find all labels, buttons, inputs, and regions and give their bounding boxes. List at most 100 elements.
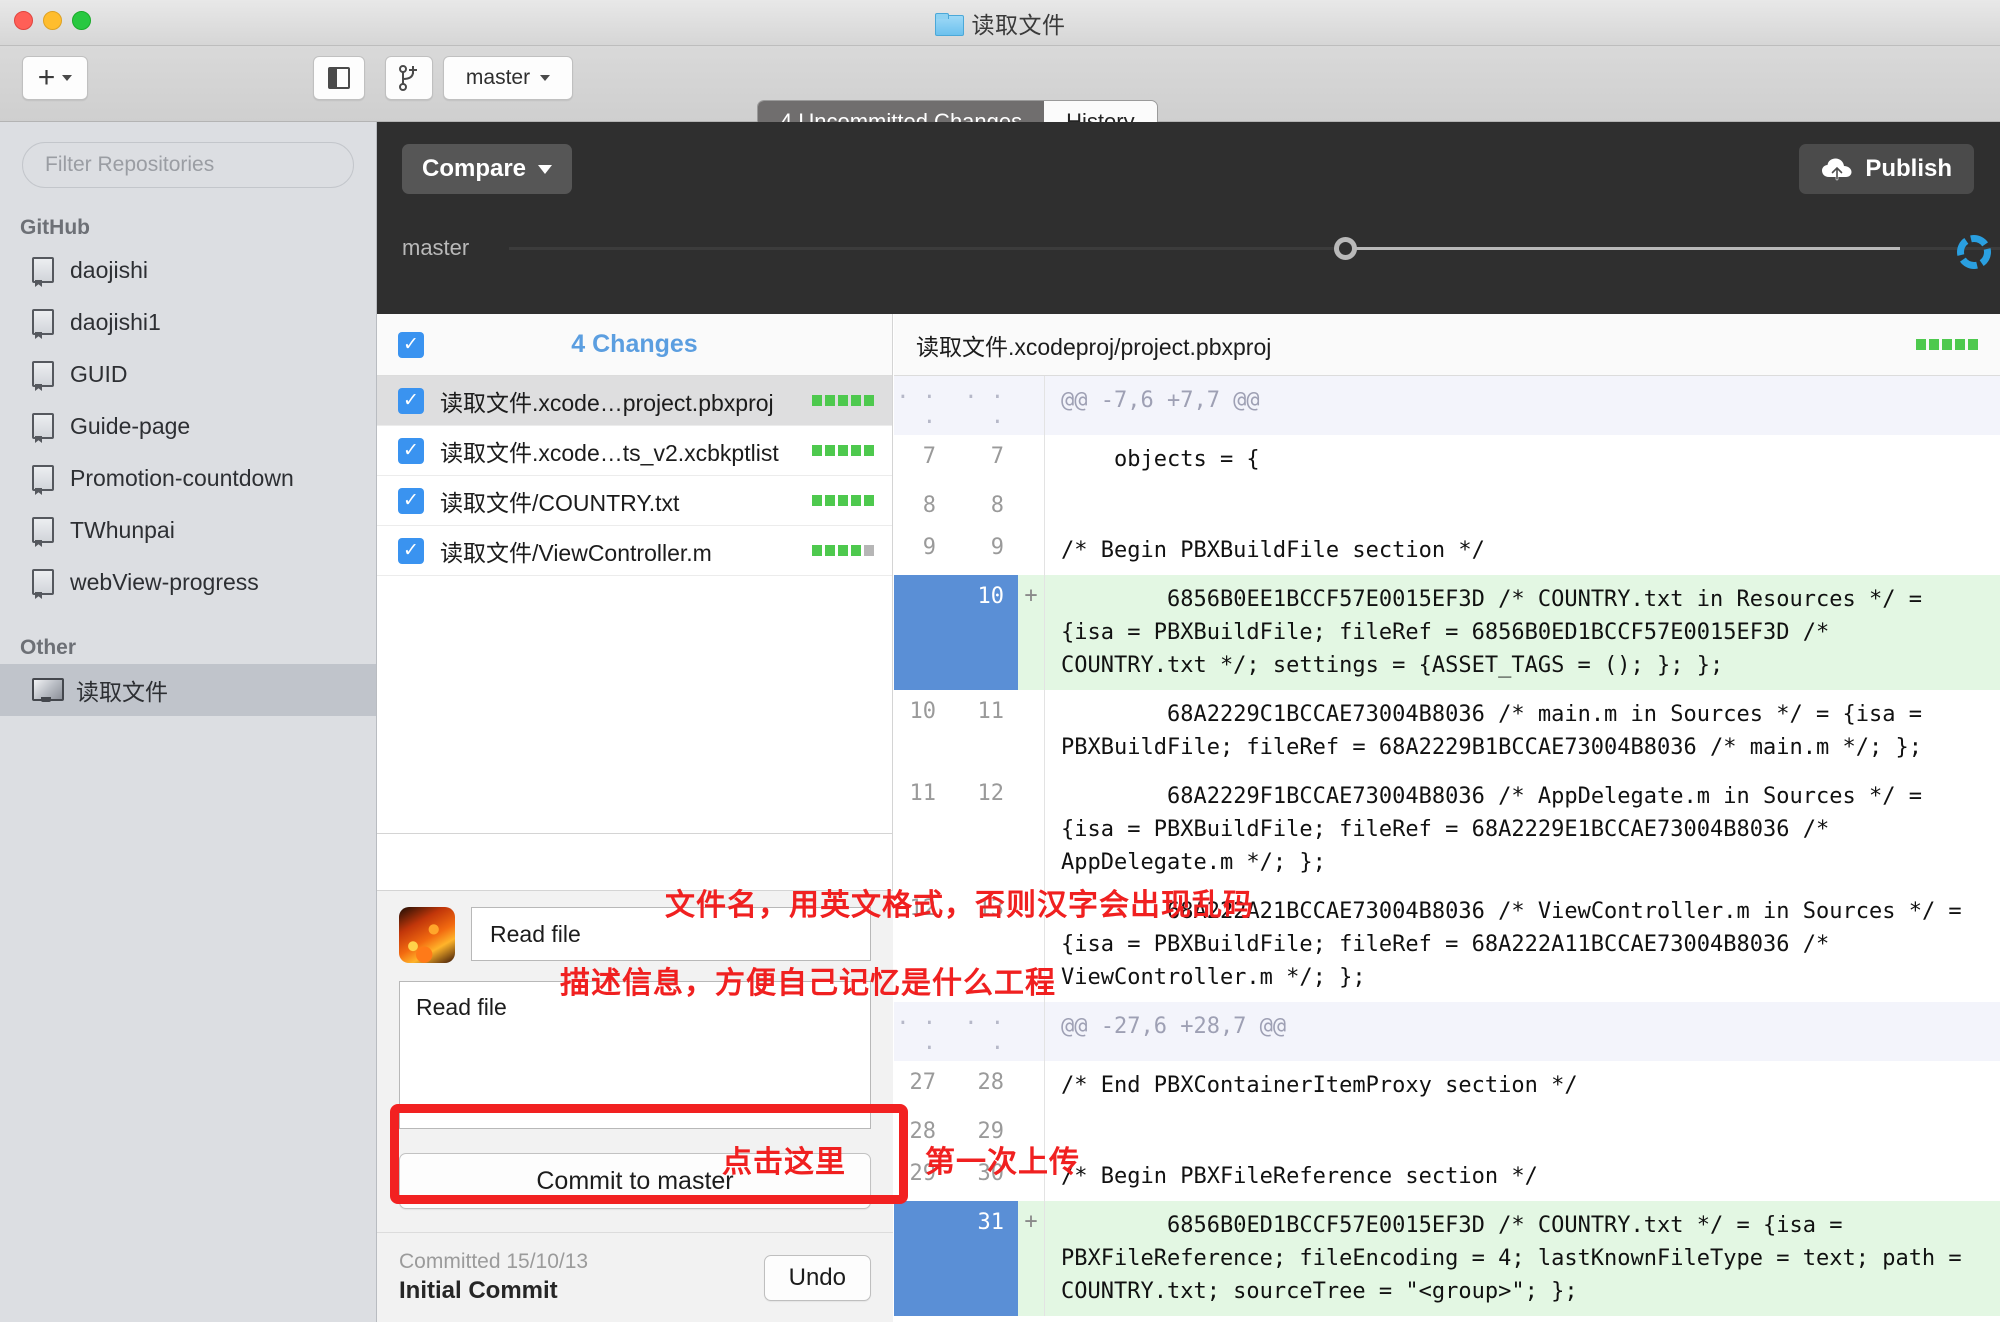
sidebar-item-duqu-wenjian[interactable]: 读取文件 (0, 664, 376, 716)
table-row[interactable]: ✓ 读取文件.xcode…ts_v2.xcbkptlist (377, 426, 892, 476)
sidebar: Filter Repositories GitHub daojishi daoj… (0, 122, 377, 1322)
file-checkbox[interactable]: ✓ (398, 488, 424, 514)
diff-code: 68A2229C1BCCAE73004B8036 /* main.m in So… (1044, 690, 2000, 772)
diff-new-lineno: 30 (950, 1152, 1018, 1201)
diff-bars (812, 545, 874, 556)
diff-marker (1018, 1152, 1044, 1201)
cloud-upload-icon (1821, 157, 1853, 181)
branch-timeline-label: master (377, 235, 509, 261)
diff-panel: 读取文件.xcodeproj/project.pbxproj · · · · ·… (894, 314, 2000, 1322)
diff-file-path: 读取文件.xcodeproj/project.pbxproj (916, 328, 1902, 362)
window-title: 读取文件 (0, 0, 2000, 46)
diff-new-lineno: 9 (950, 526, 1018, 575)
sidebar-item-label: GUID (70, 361, 128, 388)
table-row[interactable]: ✓ 读取文件/COUNTRY.txt (377, 476, 892, 526)
diff-marker: + (1018, 1201, 1044, 1316)
changes-panel: ✓ 4 Changes ✓ 读取文件.xcode…project.pbxproj… (377, 314, 893, 1322)
diff-new-lineno: 12 (950, 772, 1018, 887)
table-row[interactable]: ✓ 读取文件.xcode…project.pbxproj (377, 376, 892, 426)
chevron-down-icon (538, 165, 552, 174)
undo-button[interactable]: Undo (764, 1255, 871, 1301)
compare-button[interactable]: Compare (402, 144, 572, 194)
changes-header: ✓ 4 Changes (377, 314, 892, 376)
new-branch-button[interactable] (385, 56, 433, 100)
uncommitted-node[interactable] (1956, 234, 1992, 270)
table-row[interactable]: ✓ 读取文件/ViewController.m (377, 526, 892, 576)
main-area: Compare Publish master (377, 122, 2000, 1322)
diff-marker: + (1018, 575, 1044, 690)
compare-button-label: Compare (422, 155, 526, 183)
avatar (399, 907, 455, 963)
file-name: 读取文件/ViewController.m (440, 534, 796, 568)
sidebar-item-daojishi[interactable]: daojishi (0, 244, 376, 296)
diff-code: @@ -7,6 +7,7 @@ (1044, 376, 2000, 435)
commit-summary-row: Read file (377, 891, 893, 963)
diff-old-lineno: 9 (894, 526, 950, 575)
diff-marker (1018, 1002, 1044, 1061)
sidebar-toggle-button[interactable] (313, 56, 365, 100)
sidebar-item-guid[interactable]: GUID (0, 348, 376, 400)
sidebar-toggle-icon (328, 67, 350, 89)
select-all-checkbox[interactable]: ✓ (398, 332, 424, 358)
diff-line-context: 10 11 68A2229C1BCCAE73004B8036 /* main.m… (894, 690, 2000, 772)
filter-repositories-placeholder: Filter Repositories (45, 153, 214, 177)
repository-header: Compare Publish master (377, 122, 2000, 314)
sidebar-item-label: 读取文件 (76, 673, 168, 707)
diff-bars (812, 495, 874, 506)
diff-new-lineno: · · · (950, 1002, 1018, 1061)
commit-description-value: Read file (416, 994, 507, 1020)
sidebar-item-twhunpai[interactable]: TWhunpai (0, 504, 376, 556)
commit-node[interactable] (1334, 237, 1357, 260)
diff-old-lineno: 7 (894, 435, 950, 484)
last-commit-bar: Committed 15/10/13 Initial Commit Undo (377, 1232, 893, 1322)
diff-marker (1018, 435, 1044, 484)
timeline-line-active (1348, 247, 1900, 250)
commit-description-input[interactable]: Read file (399, 981, 871, 1129)
diff-new-lineno: 28 (950, 1061, 1018, 1110)
diff-line-context: 12 13 68A222A21BCCAE73004B8036 /* ViewCo… (894, 887, 2000, 1002)
diff-new-lineno: 7 (950, 435, 1018, 484)
diff-marker (1018, 376, 1044, 435)
add-repository-button[interactable]: + (22, 56, 88, 100)
sidebar-item-guide-page[interactable]: Guide-page (0, 400, 376, 452)
diff-line-context: 11 12 68A2229F1BCCAE73004B8036 /* AppDel… (894, 772, 2000, 887)
sidebar-section-github-title: GitHub (20, 216, 376, 240)
diff-bars (812, 395, 874, 406)
commit-summary-value: Read file (490, 921, 581, 948)
changes-count-label: 4 Changes (377, 330, 892, 359)
diff-code (1044, 484, 2000, 526)
diff-line-context: 29 30 /* Begin PBXFileReference section … (894, 1152, 2000, 1201)
diff-new-lineno: 13 (950, 887, 1018, 1002)
file-name: 读取文件/COUNTRY.txt (440, 484, 796, 518)
title-bar: 读取文件 (0, 0, 2000, 46)
commit-summary-input[interactable]: Read file (471, 907, 871, 961)
sidebar-section-other-title: Other (20, 636, 376, 660)
file-checkbox[interactable]: ✓ (398, 438, 424, 464)
sidebar-item-label: daojishi (70, 257, 148, 284)
diff-old-lineno: 11 (894, 772, 950, 887)
diff-new-lineno: 31 (950, 1201, 1018, 1316)
commit-to-master-button[interactable]: Commit to master (399, 1153, 871, 1209)
branch-selector-button[interactable]: master (443, 56, 573, 100)
diff-old-lineno (894, 1201, 950, 1316)
last-commit-texts: Committed 15/10/13 Initial Commit (399, 1250, 764, 1305)
sidebar-item-webview-progress[interactable]: webView-progress (0, 556, 376, 608)
diff-code: 6856B0EE1BCCF57E0015EF3D /* COUNTRY.txt … (1044, 575, 2000, 690)
diff-old-lineno: 29 (894, 1152, 950, 1201)
diff-line-context: 7 7 objects = { (894, 435, 2000, 484)
diff-code: 68A2229F1BCCAE73004B8036 /* AppDelegate.… (1044, 772, 2000, 887)
diff-line-hunk: · · · · · · @@ -7,6 +7,7 @@ (894, 376, 2000, 435)
file-checkbox[interactable]: ✓ (398, 388, 424, 414)
file-checkbox[interactable]: ✓ (398, 538, 424, 564)
changes-empty-space (377, 576, 892, 834)
file-name: 读取文件.xcode…ts_v2.xcbkptlist (440, 434, 796, 468)
publish-button[interactable]: Publish (1799, 144, 1974, 194)
filter-repositories-input[interactable]: Filter Repositories (22, 142, 354, 188)
sidebar-item-promotion-countdown[interactable]: Promotion-countdown (0, 452, 376, 504)
diff-marker (1018, 1110, 1044, 1152)
undo-button-label: Undo (789, 1264, 846, 1292)
sidebar-item-daojishi1[interactable]: daojishi1 (0, 296, 376, 348)
sidebar-section-github-list: daojishi daojishi1 GUID Guide-page Promo… (0, 244, 376, 608)
sidebar-item-label: Promotion-countdown (70, 465, 294, 492)
new-branch-icon (398, 65, 420, 91)
